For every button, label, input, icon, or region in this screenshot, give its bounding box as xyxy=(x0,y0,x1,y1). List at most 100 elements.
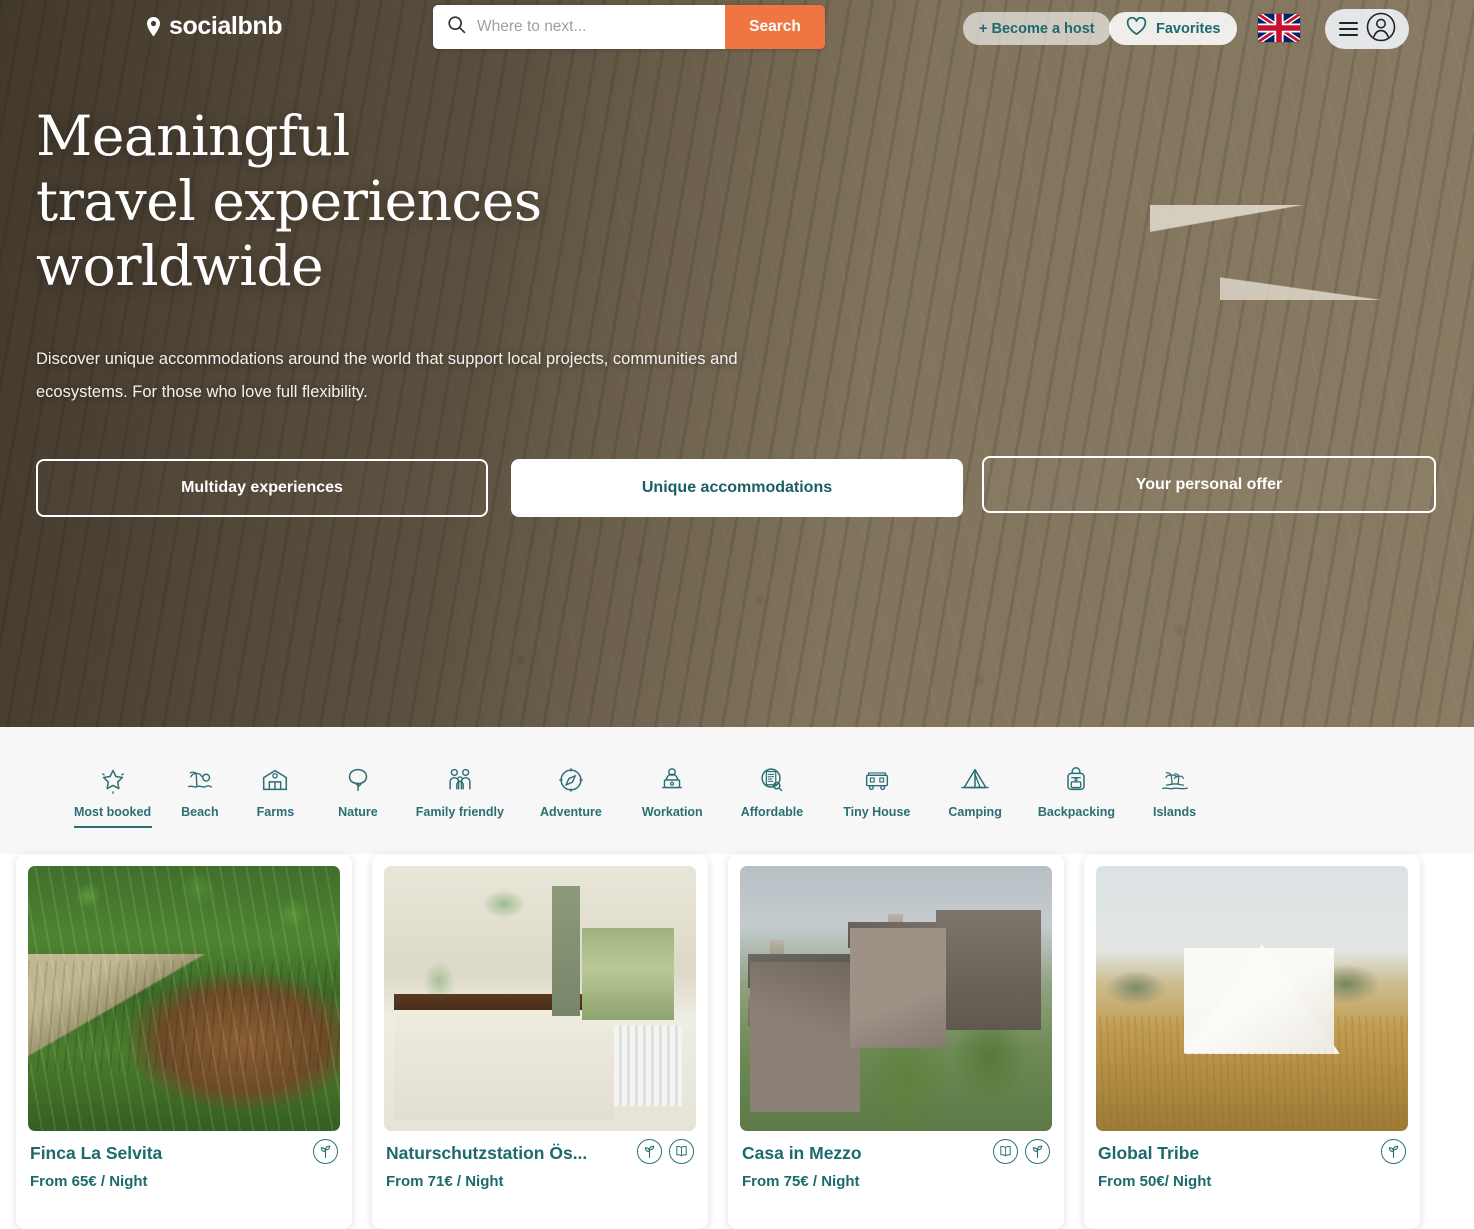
listing-badges xyxy=(313,1139,338,1164)
location-pin-icon xyxy=(145,16,162,38)
listing-price: From 50€/ Night xyxy=(1098,1173,1212,1190)
category-label: Farms xyxy=(256,805,295,819)
listing-card[interactable]: Casa in Mezzo From 75€ / Night xyxy=(728,854,1064,1229)
cta-multiday-experiences[interactable]: Multiday experiences xyxy=(36,459,488,517)
bell-tent-field-photo xyxy=(1096,866,1408,1131)
eco-leaf-icon[interactable] xyxy=(1025,1139,1050,1164)
category-tiny-house[interactable]: Tiny House xyxy=(843,727,910,819)
listing-badges xyxy=(637,1139,694,1164)
search-icon xyxy=(447,15,466,39)
become-a-host-button[interactable]: + Become a host xyxy=(963,12,1111,45)
tent-shape xyxy=(1184,944,1340,1054)
category-label: Adventure xyxy=(539,805,602,819)
hero-cta-row: Multiday experiences Unique accommodatio… xyxy=(36,456,1436,517)
listing-meta: Naturschutzstation Ös... From 71€ / Nigh… xyxy=(384,1131,696,1190)
tent-icon xyxy=(959,763,991,796)
hero-title-line-3: worldwide xyxy=(36,233,324,298)
hero-copy: Meaningful travel experiences worldwide … xyxy=(36,104,738,409)
listing-meta: Casa in Mezzo From 75€ / Night xyxy=(740,1131,1052,1190)
education-book-icon[interactable] xyxy=(993,1139,1018,1164)
search-button[interactable]: Search xyxy=(725,5,825,49)
category-label: Islands xyxy=(1152,805,1197,819)
listing-card[interactable]: Global Tribe From 50€/ Night xyxy=(1084,854,1420,1229)
uk-flag-icon xyxy=(1258,14,1300,42)
listing-card[interactable]: Finca La Selvita From 65€ / Night xyxy=(16,854,352,1229)
brand-name: socialbnb xyxy=(169,12,283,40)
user-avatar-icon[interactable] xyxy=(1366,12,1396,47)
jungle-thatched-cabin-photo xyxy=(28,866,340,1131)
education-book-icon[interactable] xyxy=(669,1139,694,1164)
family-icon xyxy=(444,763,476,796)
laptop-person-icon xyxy=(656,763,688,796)
country-kitchen-photo xyxy=(384,866,696,1131)
hero-section: socialbnb Search + Become a host Favorit… xyxy=(0,0,1474,727)
hero-subtitle-line-2: ecosystems. For those who love full flex… xyxy=(36,382,368,401)
category-family-friendly[interactable]: Family friendly xyxy=(416,727,504,819)
eco-leaf-icon[interactable] xyxy=(313,1139,338,1164)
category-workation[interactable]: Workation xyxy=(642,727,703,819)
listing-price: From 65€ / Night xyxy=(30,1173,148,1190)
category-nature[interactable]: Nature xyxy=(338,727,378,819)
listing-badges xyxy=(1381,1139,1406,1164)
hamburger-icon[interactable] xyxy=(1338,21,1358,37)
category-camping[interactable]: Camping xyxy=(948,727,1002,819)
favorites-button[interactable]: Favorites xyxy=(1109,12,1238,45)
cta-unique-accommodations[interactable]: Unique accommodations xyxy=(511,459,963,517)
top-navigation-bar: socialbnb Search + Become a host Favorit… xyxy=(0,0,1474,56)
listing-title: Casa in Mezzo xyxy=(742,1143,862,1163)
category-label: Workation xyxy=(641,805,703,819)
category-label: Beach xyxy=(181,805,219,819)
search-input-wrapper[interactable] xyxy=(433,5,725,49)
compass-icon xyxy=(555,763,587,796)
heart-icon xyxy=(1126,16,1147,40)
eco-leaf-icon[interactable] xyxy=(1381,1139,1406,1164)
search-input[interactable] xyxy=(477,18,711,36)
category-label: Affordable xyxy=(740,805,804,819)
category-label: Tiny House xyxy=(843,805,911,819)
category-beach[interactable]: Beach xyxy=(181,727,219,819)
island-palm-icon xyxy=(1159,763,1191,796)
alpine-stone-village-photo xyxy=(740,866,1052,1131)
brand-logo[interactable]: socialbnb xyxy=(145,12,282,41)
listing-title: Naturschutzstation Ös... xyxy=(386,1143,588,1163)
language-flag-button[interactable] xyxy=(1258,14,1300,42)
eco-leaf-icon[interactable] xyxy=(637,1139,662,1164)
listing-price: From 71€ / Night xyxy=(386,1173,504,1190)
category-farms[interactable]: Farms xyxy=(256,727,295,819)
palm-beach-icon xyxy=(184,763,216,796)
listing-badges xyxy=(993,1139,1050,1164)
category-backpacking[interactable]: Backpacking xyxy=(1038,727,1115,819)
category-label: Camping xyxy=(948,805,1002,819)
hero-subtitle: Discover unique accommodations around th… xyxy=(36,343,738,409)
tree-icon xyxy=(342,763,374,796)
category-label: Most booked xyxy=(74,805,152,819)
listing-title: Finca La Selvita xyxy=(30,1143,163,1163)
price-tag-icon xyxy=(756,763,788,796)
listings-grid: Finca La Selvita From 65€ / Night Naturs… xyxy=(0,854,1474,1229)
listing-title: Global Tribe xyxy=(1098,1143,1200,1163)
search-bar: Search xyxy=(433,5,825,49)
barn-icon xyxy=(259,763,291,796)
category-navigation-bar: Most booked Beach Farms Nature Family fr… xyxy=(0,727,1474,854)
category-affordable[interactable]: Affordable xyxy=(740,727,804,819)
listing-card[interactable]: Naturschutzstation Ös... From 71€ / Nigh… xyxy=(372,854,708,1229)
hero-title: Meaningful travel experiences worldwide xyxy=(36,104,738,299)
menu-account-button[interactable] xyxy=(1325,9,1409,49)
star-icon xyxy=(97,763,129,796)
hero-subtitle-line-1: Discover unique accommodations around th… xyxy=(36,349,738,368)
favorites-label: Favorites xyxy=(1156,20,1221,37)
listing-price: From 75€ / Night xyxy=(742,1173,860,1190)
category-label: Backpacking xyxy=(1037,805,1115,819)
listing-meta: Global Tribe From 50€/ Night xyxy=(1096,1131,1408,1190)
listing-meta: Finca La Selvita From 65€ / Night xyxy=(28,1131,340,1190)
category-islands[interactable]: Islands xyxy=(1153,727,1196,819)
hero-title-line-2: travel experiences xyxy=(36,168,542,233)
category-adventure[interactable]: Adventure xyxy=(540,727,602,819)
hero-title-line-1: Meaningful xyxy=(36,104,350,168)
category-label: Family friendly xyxy=(415,805,504,819)
backpack-icon xyxy=(1060,763,1092,796)
cta-your-personal-offer[interactable]: Your personal offer xyxy=(982,456,1436,513)
category-label: Nature xyxy=(338,805,378,819)
tiny-house-icon xyxy=(861,763,893,796)
category-most-booked[interactable]: Most booked xyxy=(74,727,151,819)
